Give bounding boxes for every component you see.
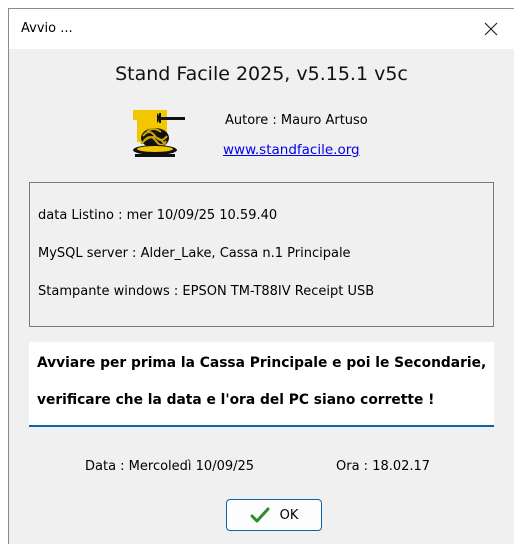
ok-button-label: OK [279, 507, 299, 523]
window-title: Avvio ... [21, 21, 73, 36]
close-button[interactable] [468, 9, 514, 49]
printer-info: Stampante windows : EPSON TM-T88IV Recei… [38, 284, 375, 299]
warning-line-1: Avviare per prima la Cassa Principale e … [37, 355, 487, 371]
mysql-server-info: MySQL server : Alder_Lake, Cassa n.1 Pri… [38, 246, 351, 261]
pasta-plate-icon [133, 110, 185, 157]
website-link[interactable]: www.standfacile.org [223, 142, 360, 158]
current-date: Data : Mercoledì 10/09/25 [85, 459, 255, 474]
close-icon [484, 22, 498, 36]
title-bar[interactable]: Avvio ... [9, 9, 514, 49]
author-label: Autore : Mauro Artuso [225, 113, 368, 128]
checkmark-icon [250, 507, 270, 523]
warning-panel: Avviare per prima la Cassa Principale e … [29, 342, 494, 427]
ok-button[interactable]: OK [226, 499, 322, 531]
dialog-window: Avvio ... Stand Facile 2025, v5.15.1 v5c… [8, 8, 514, 544]
price-list-date: data Listino : mer 10/09/25 10.59.40 [38, 208, 278, 223]
warning-line-2: verificare che la data e l'ora del PC si… [37, 392, 435, 408]
app-title: Stand Facile 2025, v5.15.1 v5c [115, 63, 408, 85]
info-panel: data Listino : mer 10/09/25 10.59.40 MyS… [29, 182, 494, 327]
current-time: Ora : 18.02.17 [336, 459, 431, 474]
